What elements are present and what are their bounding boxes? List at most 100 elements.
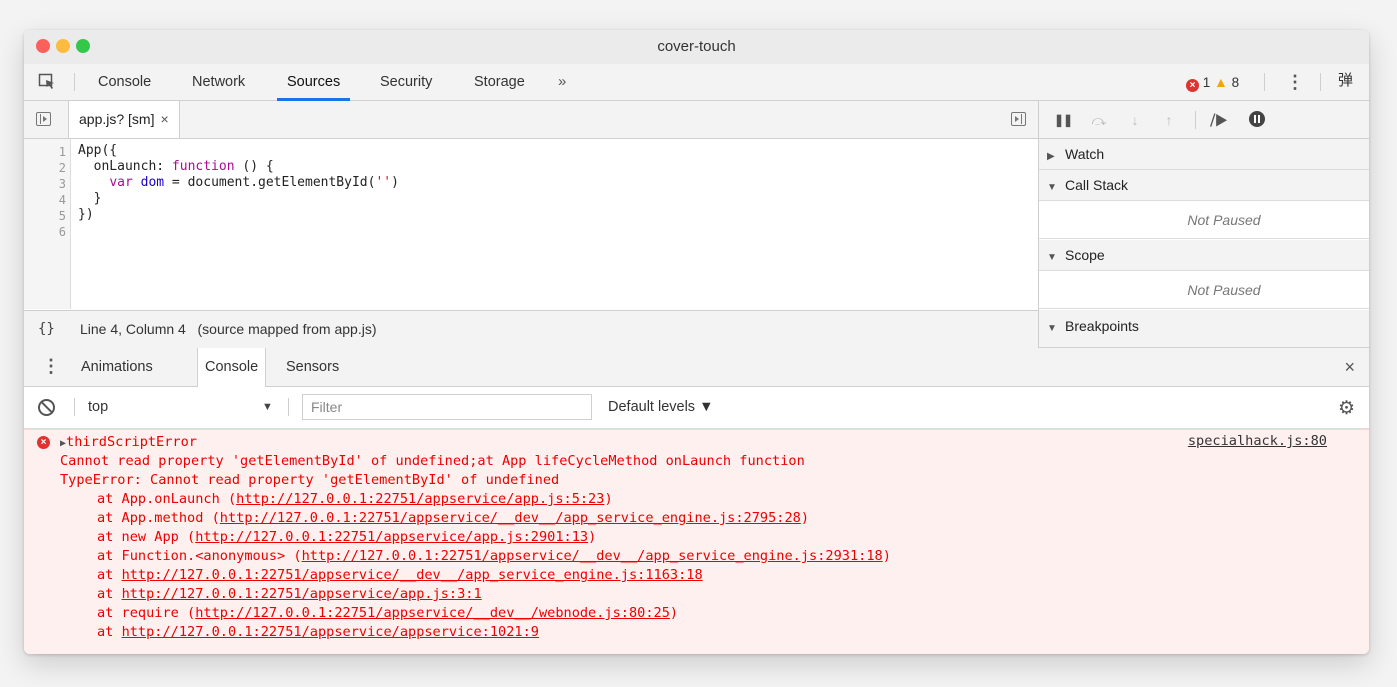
- watch-section[interactable]: ▶ Watch: [1039, 139, 1369, 170]
- stack-frame: at http://127.0.0.1:22751/appservice/app…: [97, 624, 539, 640]
- pretty-print-button[interactable]: {}: [38, 311, 55, 348]
- toolbar-divider: [288, 398, 289, 416]
- stack-frame: at http://127.0.0.1:22751/appservice/__d…: [97, 567, 703, 583]
- stack-frame: at Function.<anonymous> (http://127.0.0.…: [97, 548, 891, 564]
- code-line: var dom = document.getElementById(''): [109, 175, 399, 190]
- deactivate-breakpoints-icon[interactable]: ⧸▶: [1209, 110, 1229, 130]
- drawer-tab-console[interactable]: Console: [197, 348, 267, 387]
- scope-status: Not Paused: [1039, 271, 1369, 309]
- gear-icon[interactable]: ⚙: [1338, 397, 1355, 420]
- tab-network[interactable]: Network: [182, 64, 255, 100]
- close-drawer-icon[interactable]: ×: [1344, 348, 1355, 386]
- scope-section[interactable]: ▼ Scope: [1039, 240, 1369, 271]
- line-number[interactable]: 4: [24, 193, 66, 207]
- window-title: cover-touch: [657, 38, 736, 55]
- stack-frame-link[interactable]: http://127.0.0.1:22751/appservice/app.js…: [122, 586, 482, 602]
- console-messages: × ▶thirdScriptError specialhack.js:80 Ca…: [24, 429, 1369, 654]
- tabbar-divider: [74, 73, 75, 91]
- line-number-gutter: 1 2 3 4 5 6: [24, 139, 71, 309]
- source-map-info: (source mapped from app.js): [197, 321, 377, 337]
- stack-frame-link[interactable]: http://127.0.0.1:22751/appservice/app.js…: [195, 529, 588, 545]
- error-icon: ×: [1186, 79, 1199, 92]
- editor-status-bar: {} Line 4, Column 4 (source mapped from …: [24, 310, 1038, 348]
- context-selector[interactable]: top: [88, 387, 108, 428]
- sources-panel: app.js? [sm] × 1 2 3 4 5 6 App({ onLaunch…: [24, 101, 1369, 348]
- toggle-navigator-icon[interactable]: [36, 112, 51, 126]
- code-line: App({: [78, 143, 118, 158]
- console-toolbar: top ▼ Default levels ▼ ⚙: [24, 387, 1369, 429]
- line-number[interactable]: 2: [24, 161, 66, 175]
- call-stack-status: Not Paused: [1039, 201, 1369, 239]
- code-line: onLaunch: function () {: [78, 159, 274, 174]
- stack-frame: at http://127.0.0.1:22751/appservice/app…: [97, 586, 482, 602]
- error-icon: ×: [37, 436, 50, 449]
- code-editor[interactable]: 1 2 3 4 5 6 App({ onLaunch: function () …: [24, 139, 1038, 309]
- tabbar-divider: [1264, 73, 1265, 91]
- warning-count: 8: [1231, 75, 1240, 90]
- file-tab-label: app.js? [sm]: [79, 111, 155, 127]
- pause-icon[interactable]: ❚❚: [1053, 110, 1073, 130]
- tab-console[interactable]: Console: [88, 64, 161, 100]
- tab-storage[interactable]: Storage: [464, 64, 535, 100]
- stack-frame-link[interactable]: http://127.0.0.1:22751/appservice/__dev_…: [195, 605, 670, 621]
- stack-frame: at require (http://127.0.0.1:22751/appse…: [97, 605, 679, 621]
- chevron-down-icon[interactable]: ▼: [262, 387, 273, 428]
- stack-frame: at App.onLaunch (http://127.0.0.1:22751/…: [97, 491, 613, 507]
- tab-security[interactable]: Security: [370, 64, 442, 100]
- error-message: Cannot read property 'getElementById' of…: [60, 453, 805, 469]
- error-summary-toggle[interactable]: ▶thirdScriptError: [60, 433, 197, 453]
- code-line: }: [78, 191, 102, 206]
- stack-frame-link[interactable]: http://127.0.0.1:22751/appservice/__dev_…: [220, 510, 801, 526]
- tab-sources[interactable]: Sources: [277, 64, 351, 101]
- stack-frame-link[interactable]: http://127.0.0.1:22751/appservice/app.js…: [236, 491, 604, 507]
- stack-frame-link[interactable]: http://127.0.0.1:22751/appservice/appser…: [122, 624, 539, 640]
- stack-frame: at App.method (http://127.0.0.1:22751/ap…: [97, 510, 810, 526]
- drawer-tab-animations[interactable]: Animations: [74, 348, 160, 386]
- line-number[interactable]: 5: [24, 209, 66, 223]
- title-bar: cover-touch: [24, 30, 1369, 65]
- issue-counters[interactable]: × 1 ▲ 8: [1186, 64, 1239, 100]
- devtools-window: cover-touch Console Network Sources Secu…: [24, 30, 1369, 654]
- step-over-icon[interactable]: ⤼: [1089, 110, 1109, 130]
- type-error-line: TypeError: Cannot read property 'getElem…: [60, 472, 560, 488]
- call-stack-section[interactable]: ▼ Call Stack: [1039, 170, 1369, 201]
- pause-on-exceptions-icon[interactable]: [1247, 110, 1267, 130]
- code-line: }): [78, 207, 94, 222]
- drawer-tabbar: ⋮ Animations Console Sensors ×: [24, 348, 1369, 387]
- dock-label[interactable]: 弹: [1338, 64, 1353, 100]
- stack-frame-link[interactable]: http://127.0.0.1:22751/appservice/__dev_…: [302, 548, 883, 564]
- main-tabbar: Console Network Sources Security Storage…: [24, 64, 1369, 101]
- stack-frame: at new App (http://127.0.0.1:22751/appse…: [97, 529, 597, 545]
- toolbar-divider: [1195, 111, 1196, 129]
- stack-frame-link[interactable]: http://127.0.0.1:22751/appservice/__dev_…: [122, 567, 703, 583]
- debugger-toolbar: ❚❚ ⤼ ↓ ↑ ⧸▶: [1039, 101, 1369, 139]
- tabbar-divider: [1320, 73, 1321, 91]
- file-tabs: app.js? [sm] ×: [24, 101, 1038, 139]
- editor-pane: app.js? [sm] × 1 2 3 4 5 6 App({ onLaunch…: [24, 101, 1039, 348]
- file-tab-app-js[interactable]: app.js? [sm] ×: [68, 101, 180, 138]
- source-location-link[interactable]: specialhack.js:80: [1188, 433, 1327, 449]
- breakpoints-section[interactable]: ▼ Breakpoints: [1039, 310, 1369, 347]
- toolbar-divider: [74, 398, 75, 416]
- collapse-icon: ▼: [1047, 182, 1057, 193]
- line-number[interactable]: 1: [24, 145, 66, 159]
- error-count: 1: [1202, 75, 1211, 90]
- step-into-icon[interactable]: ↓: [1125, 110, 1145, 130]
- step-out-icon[interactable]: ↑: [1159, 110, 1179, 130]
- collapse-icon: ▼: [1047, 323, 1057, 334]
- line-number[interactable]: 6: [24, 225, 66, 239]
- debugger-sidebar: ❚❚ ⤼ ↓ ↑ ⧸▶ ▶ Watch ▼ Call Stack Not Pause…: [1039, 101, 1369, 347]
- drawer-menu-button[interactable]: ⋮: [42, 348, 60, 386]
- filter-input[interactable]: [302, 394, 592, 420]
- close-tab-icon[interactable]: ×: [160, 111, 168, 127]
- toggle-debugger-icon[interactable]: [1011, 112, 1026, 126]
- line-number[interactable]: 3: [24, 177, 66, 191]
- expand-icon: ▶: [1047, 151, 1055, 162]
- drawer-tab-sensors[interactable]: Sensors: [279, 348, 346, 386]
- log-levels-dropdown[interactable]: Default levels ▼: [608, 387, 713, 428]
- more-tabs-button[interactable]: »: [558, 64, 566, 100]
- inspect-element-icon[interactable]: [38, 73, 56, 91]
- cursor-position: Line 4, Column 4 (source mapped from app…: [80, 321, 377, 337]
- clear-console-icon[interactable]: [38, 399, 55, 416]
- customize-menu-button[interactable]: ⋮: [1286, 64, 1304, 100]
